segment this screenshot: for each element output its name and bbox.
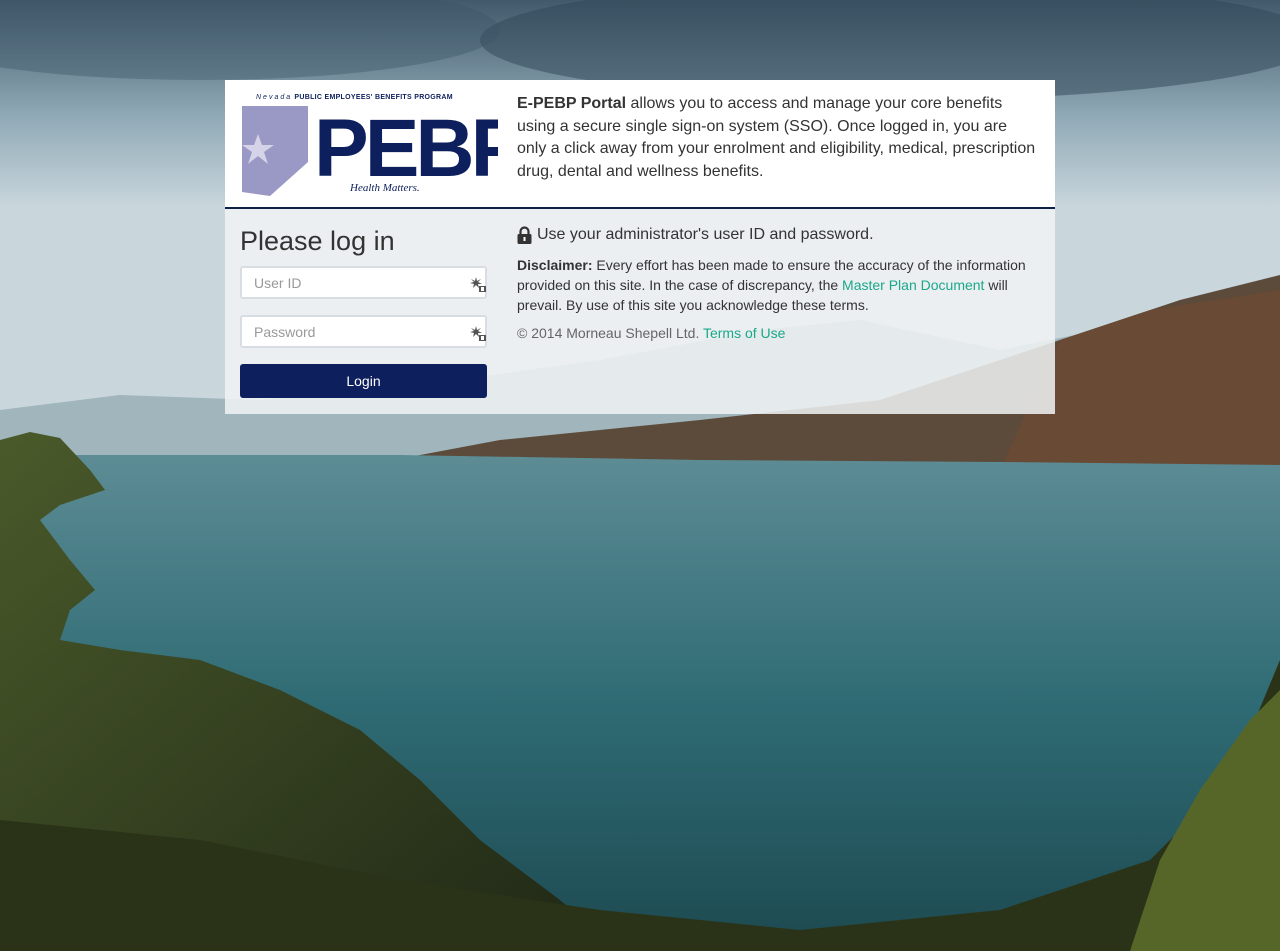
login-title: Please log in <box>240 226 395 256</box>
copyright: © 2014 Morneau Shepell Ltd. Terms of Use <box>517 325 786 341</box>
login-button[interactable]: Login <box>240 364 487 398</box>
password-input[interactable] <box>240 315 487 348</box>
pebp-logo: PEBP Nevada PUBLIC EMPLOYEES' BENEFITS P… <box>240 92 527 198</box>
master-plan-document-link[interactable]: Master Plan Document <box>842 277 984 293</box>
header-section: PEBP Nevada PUBLIC EMPLOYEES' BENEFITS P… <box>225 80 1055 209</box>
intro-text: E-PEBP Portal allows you to access and m… <box>517 95 1036 180</box>
product-name: E-PEBP Portal <box>517 95 627 112</box>
login-panel: PEBP Nevada PUBLIC EMPLOYEES' BENEFITS P… <box>225 80 1055 414</box>
disclaimer-label: Disclaimer: <box>517 257 593 273</box>
lock-icon <box>517 226 532 244</box>
terms-of-use-link[interactable]: Terms of Use <box>703 325 785 341</box>
disclaimer: Disclaimer: Every effort has been made t… <box>517 257 1026 313</box>
user-id-input[interactable] <box>240 266 487 299</box>
logo-slogan: Health Matters. <box>350 182 420 194</box>
key-asterisk-icon[interactable] <box>470 276 486 292</box>
admin-note: Use your administrator's user ID and pas… <box>517 226 874 244</box>
key-asterisk-icon[interactable] <box>470 325 486 341</box>
logo-tagline: Nevada PUBLIC EMPLOYEES' BENEFITS PROGRA… <box>256 94 453 101</box>
svg-text:PEBP: PEBP <box>314 103 498 194</box>
